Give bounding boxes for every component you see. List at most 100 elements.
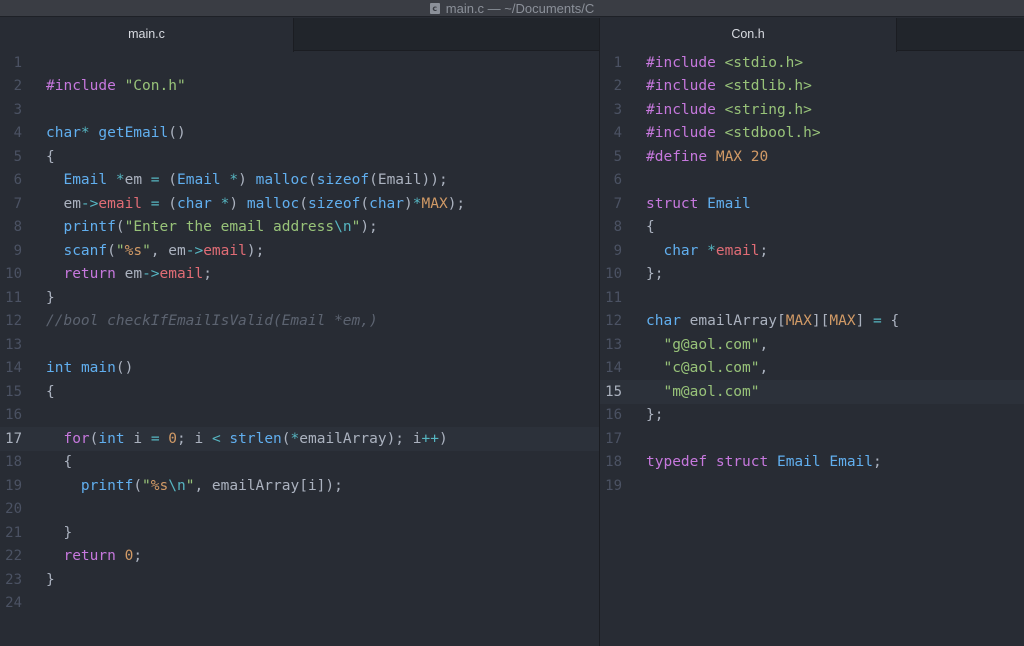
code-line[interactable]: 10}; [600,263,1024,287]
code-line[interactable]: 6 Email *em = (Email *) malloc(sizeof(Em… [0,169,599,193]
code-line[interactable]: 16}; [600,404,1024,428]
code-token: ] [855,313,874,330]
code-line[interactable]: 13 [0,333,599,357]
code-line[interactable]: 17 for(int i = 0; i < strlen(*emailArray… [0,427,599,451]
code-token: #include [646,54,716,71]
code-line[interactable]: 13 "g@aol.com", [600,333,1024,357]
code-line[interactable]: 6 [600,169,1024,193]
code-line[interactable]: 1 #include <stdio.h> [600,51,1024,75]
code-line[interactable]: 11} [0,286,599,310]
code-line[interactable]: 4 char* getEmail() [0,122,599,146]
code-token: #define [646,148,708,165]
tab-con-h[interactable]: Con.h [600,18,897,52]
code-line[interactable]: 11 [600,286,1024,310]
code-token: ( [159,195,177,212]
code-text: #include <stdlib.h> [646,78,812,94]
code-line[interactable]: 9 scanf("%s", em->email); [0,239,599,263]
code-token: ( [133,477,143,494]
code-token: "c@aol.com" [663,360,760,377]
code-line[interactable]: 7 struct Email [600,192,1024,216]
tab-main-c[interactable]: main.c [0,18,294,52]
code-line[interactable]: 16 [0,404,599,428]
code-editor-main-c[interactable]: 1 2 #include "Con.h" 3 4 char* getEmail() 5{6 … [0,51,599,646]
line-number: 23 [5,571,22,588]
line-number: 14 [5,360,22,377]
code-text: return em->email; [46,266,211,282]
code-token: 20 [750,148,769,165]
code-line[interactable]: 21 } [0,521,599,545]
code-line[interactable]: 17 [600,427,1024,451]
code-line[interactable]: 24 [0,592,599,616]
code-line[interactable]: 12 char emailArray[MAX][MAX] = { [600,310,1024,334]
code-token: ) [438,430,448,447]
code-token: " [142,477,151,494]
code-line[interactable]: 2 #include "Con.h" [0,75,599,99]
code-line[interactable]: 8 printf("Enter the email address\n"); [0,216,599,240]
code-token: //bool checkIfEmailIsValid(Email *em,) [46,313,378,330]
code-token: #include [646,101,716,118]
code-line[interactable]: 19 [600,474,1024,498]
code-line[interactable]: 3 [0,98,599,122]
code-token: strlen [229,430,282,447]
line-number: 6 [613,172,622,189]
code-text: scanf("%s", em->email); [46,243,264,259]
code-token: malloc [246,195,300,212]
code-text: printf("%s\n", emailArray[i]); [46,478,343,494]
code-token: MAX [829,313,856,330]
code-token: sizeof [316,172,370,189]
code-text: } [46,290,55,306]
code-token: ) [238,172,256,189]
code-line[interactable]: 1 [0,51,599,75]
code-token: }; [646,266,664,283]
code-line[interactable]: 2 #include <stdlib.h> [600,75,1024,99]
code-line[interactable]: 4 #include <stdbool.h> [600,122,1024,146]
code-line[interactable]: 12 //bool checkIfEmailIsValid(Email *em,) [0,310,599,334]
code-line[interactable]: 20 [0,498,599,522]
editor-pane-left[interactable]: main.c 1 2 #include "Con.h" 3 4 char* getEmai… [0,18,599,646]
code-text: struct Email [646,196,751,212]
code-line[interactable]: 10 return em->email; [0,263,599,287]
line-number: 24 [5,595,22,612]
code-line[interactable]: 3 #include <string.h> [600,98,1024,122]
code-line[interactable]: 5{ [0,145,599,169]
code-line[interactable]: 15 "m@aol.com" [600,380,1024,404]
code-line[interactable]: 19 printf("%s\n", emailArray[i]); [0,474,599,498]
code-text: typedef struct Email Email; [646,454,882,470]
code-token: = [873,313,882,330]
line-number: 15 [605,383,622,400]
code-line[interactable]: 18 { [0,451,599,475]
code-text: { [46,384,55,400]
code-text: }; [646,266,663,282]
code-line[interactable]: 18 typedef struct Email Email; [600,451,1024,475]
code-line[interactable]: 8{ [600,216,1024,240]
code-editor-con-h[interactable]: 1 #include <stdio.h> 2 #include <stdlib.h> 3… [600,51,1024,646]
code-line[interactable]: 23} [0,568,599,592]
code-line[interactable]: 22 return 0; [0,545,599,569]
code-text: "c@aol.com", [646,360,768,376]
code-line[interactable]: 15 { [0,380,599,404]
code-token: ++ [421,430,439,447]
code-line[interactable]: 14 "c@aol.com", [600,357,1024,381]
code-token: }; [646,407,664,424]
line-number: 9 [13,242,22,259]
code-token: MAX [715,148,743,165]
editor-pane-right[interactable]: Con.h 1 #include <stdio.h> 2 #include <stdl… [600,18,1024,646]
line-number: 1 [613,54,622,71]
code-line[interactable]: 14 int main() [0,357,599,381]
code-text: } [46,572,55,588]
code-line[interactable]: 5 #define MAX 20 [600,145,1024,169]
code-token: () [115,360,134,377]
line-number: 13 [605,336,622,353]
code-line[interactable]: 7 em->email = (char *) malloc(sizeof(cha… [0,192,599,216]
code-line[interactable]: 9 char *email; [600,239,1024,263]
